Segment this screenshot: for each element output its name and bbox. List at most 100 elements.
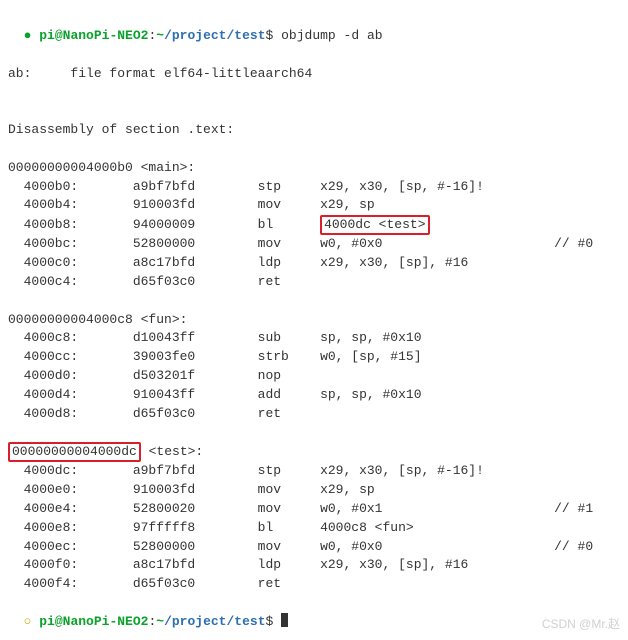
command-text: objdump -d ab (281, 28, 382, 43)
mnemonic: mov (258, 482, 320, 497)
opcode-hex: a8c17bfd (133, 557, 258, 572)
opcode-hex: 94000009 (133, 217, 258, 232)
opcode-hex: d503201f (133, 368, 258, 383)
opcode-hex: 97fffff8 (133, 520, 258, 535)
operands: x29, x30, [sp, #-16]! (320, 179, 554, 194)
addr: 4000c0: (8, 255, 133, 270)
mnemonic: nop (258, 368, 320, 383)
opcode-hex: a9bf7bfd (133, 179, 258, 194)
mnemonic: strb (258, 349, 320, 364)
mnemonic: ret (258, 274, 320, 289)
mnemonic: mov (258, 539, 320, 554)
operands (320, 576, 554, 591)
operands: x29, x30, [sp], #16 (320, 255, 554, 270)
disasm-row: 4000f0: a8c17bfd ldp x29, x30, [sp], #16 (8, 556, 620, 575)
mnemonic: stp (258, 179, 320, 194)
comment: // #0 (554, 236, 593, 251)
operands: sp, sp, #0x10 (320, 387, 554, 402)
opcode-hex: 910003fd (133, 197, 258, 212)
addr: 4000e8: (8, 520, 133, 535)
addr: 4000f4: (8, 576, 133, 591)
addr: 4000b8: (8, 217, 133, 232)
operands: x29, sp (320, 482, 554, 497)
disasm-row: 4000bc: 52800000 mov w0, #0x0 // #0 (8, 235, 620, 254)
opcode-hex: a8c17bfd (133, 255, 258, 270)
disasm-row: 4000e0: 910003fd mov x29, sp (8, 481, 620, 500)
operands (320, 406, 554, 421)
sym-test-header: 00000000004000dc <test>: (8, 442, 620, 462)
mnemonic: sub (258, 330, 320, 345)
opcode-hex: 52800000 (133, 539, 258, 554)
operands: sp, sp, #0x10 (320, 330, 554, 345)
terminal-prompt-1: ● pi@NanoPi-NEO2:~/project/test$ objdump… (8, 8, 620, 46)
disasm-row: 4000d0: d503201f nop (8, 367, 620, 386)
disasm-row: 4000e4: 52800020 mov w0, #0x1 // #1 (8, 500, 620, 519)
file-format-line: ab: file format elf64-littleaarch64 (8, 65, 620, 84)
addr: 4000f0: (8, 557, 133, 572)
disasm-row: 4000c0: a8c17bfd ldp x29, x30, [sp], #16 (8, 254, 620, 273)
mnemonic: ret (258, 406, 320, 421)
comment: // #1 (554, 501, 593, 516)
cwd-path: /project/test (164, 614, 265, 629)
opcode-hex: 52800020 (133, 501, 258, 516)
disasm-row: 4000ec: 52800000 mov w0, #0x0 // #0 (8, 538, 620, 557)
disasm-row: 4000e8: 97fffff8 bl 4000c8 <fun> (8, 519, 620, 538)
disasm-row: 4000b0: a9bf7bfd stp x29, x30, [sp, #-16… (8, 178, 620, 197)
disasm-row: 4000b8: 94000009 bl 4000dc <test> (8, 215, 620, 235)
section-header: Disassembly of section .text: (8, 121, 620, 140)
opcode-hex: d10043ff (133, 330, 258, 345)
disasm-row: 4000cc: 39003fe0 strb w0, [sp, #15] (8, 348, 620, 367)
prompt-bullet: ● (24, 28, 32, 43)
mnemonic: mov (258, 236, 320, 251)
operands: x29, x30, [sp, #-16]! (320, 463, 554, 478)
opcode-hex: a9bf7bfd (133, 463, 258, 478)
sym-main-body: 4000b0: a9bf7bfd stp x29, x30, [sp, #-16… (8, 178, 620, 292)
mnemonic: add (258, 387, 320, 402)
operands: w0, #0x1 (320, 501, 554, 516)
mnemonic: mov (258, 501, 320, 516)
comment: // #0 (554, 539, 593, 554)
opcode-hex: 39003fe0 (133, 349, 258, 364)
addr: 4000cc: (8, 349, 133, 364)
cwd-path: /project/test (164, 28, 265, 43)
mnemonic: ldp (258, 557, 320, 572)
addr: 4000bc: (8, 236, 133, 251)
operands: x29, sp (320, 197, 554, 212)
prompt-bullet: ○ (24, 614, 32, 629)
disasm-row: 4000dc: a9bf7bfd stp x29, x30, [sp, #-16… (8, 462, 620, 481)
user-host: pi@NanoPi-NEO2 (39, 614, 148, 629)
addr: 4000c4: (8, 274, 133, 289)
sym-fun-header: 00000000004000c8 <fun>: (8, 311, 620, 330)
operands (320, 368, 554, 383)
disasm-row: 4000d8: d65f03c0 ret (8, 405, 620, 424)
mnemonic: stp (258, 463, 320, 478)
terminal-prompt-2[interactable]: ○ pi@NanoPi-NEO2:~/project/test$ (8, 594, 620, 632)
opcode-hex: d65f03c0 (133, 274, 258, 289)
operands: 4000c8 <fun> (320, 520, 554, 535)
sym-fun-body: 4000c8: d10043ff sub sp, sp, #0x10 4000c… (8, 329, 620, 423)
opcode-hex: 910003fd (133, 482, 258, 497)
addr: 4000d8: (8, 406, 133, 421)
highlight-test-addr: 00000000004000dc (8, 442, 141, 462)
addr: 4000b4: (8, 197, 133, 212)
addr: 4000dc: (8, 463, 133, 478)
disasm-row: 4000b4: 910003fd mov x29, sp (8, 196, 620, 215)
disasm-row: 4000d4: 910043ff add sp, sp, #0x10 (8, 386, 620, 405)
disasm-row: 4000c4: d65f03c0 ret (8, 273, 620, 292)
mnemonic: mov (258, 197, 320, 212)
operands: w0, [sp, #15] (320, 349, 554, 364)
cursor-icon (281, 613, 288, 627)
sym-main-header: 00000000004000b0 <main>: (8, 159, 620, 178)
opcode-hex: d65f03c0 (133, 406, 258, 421)
opcode-hex: d65f03c0 (133, 576, 258, 591)
mnemonic: ldp (258, 255, 320, 270)
operands: w0, #0x0 (320, 539, 554, 554)
mnemonic: bl (258, 217, 320, 232)
highlight-bl-target: 4000dc <test> (320, 215, 429, 235)
addr: 4000ec: (8, 539, 133, 554)
addr: 4000d0: (8, 368, 133, 383)
user-host: pi@NanoPi-NEO2 (39, 28, 148, 43)
watermark: CSDN @Mr.赵 (542, 616, 620, 633)
mnemonic: bl (258, 520, 320, 535)
addr: 4000e4: (8, 501, 133, 516)
